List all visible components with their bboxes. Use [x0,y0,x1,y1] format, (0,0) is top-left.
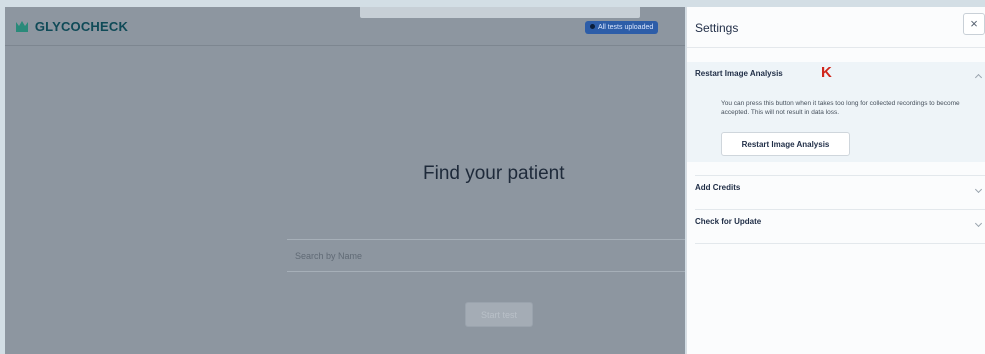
app-logo: GLYCOCHECK [15,19,128,34]
divider [695,175,985,176]
start-test-button[interactable]: Start test [465,302,533,327]
section-header-restart[interactable]: Restart Image Analysis [695,69,985,87]
section-check-for-update[interactable]: Check for Update [695,217,985,235]
status-dot-icon [590,24,595,29]
logo-icon [16,21,28,32]
divider [695,243,985,244]
search-bottom-border [287,271,685,272]
section-restart-image-analysis[interactable]: Restart Image Analysis [695,69,985,87]
settings-panel: Settings × Restart Image Analysis K You … [686,7,985,354]
top-popup-strip [360,7,640,18]
search-top-border [287,239,685,240]
chevron-up-icon [974,73,983,82]
section-label: Restart Image Analysis [695,69,783,78]
restart-description: You can press this button when it takes … [721,100,960,116]
chevron-down-icon [974,219,983,228]
main-app-background: GLYCOCHECK All tests uploaded Find your … [5,7,685,354]
settings-header: Settings × [687,7,985,48]
annotation-letter: K [821,64,832,81]
chevron-down-icon [974,185,983,194]
section-add-credits[interactable]: Add Credits [695,183,985,201]
settings-title: Settings [695,21,739,35]
status-text: All tests uploaded [598,24,654,31]
section-label: Add Credits [695,183,741,192]
search-input[interactable] [293,241,685,271]
section-header-add-credits[interactable]: Add Credits [695,183,985,201]
restart-image-analysis-button[interactable]: Restart Image Analysis [721,132,850,156]
section-label: Check for Update [695,217,762,226]
section-header-check-update[interactable]: Check for Update [695,217,985,235]
page-title: Find your patient [423,163,565,184]
close-button[interactable]: × [963,13,985,35]
divider [695,209,985,210]
status-badge: All tests uploaded [585,21,659,34]
app-header: GLYCOCHECK All tests uploaded [5,7,685,46]
logo-text: GLYCOCHECK [34,19,129,34]
